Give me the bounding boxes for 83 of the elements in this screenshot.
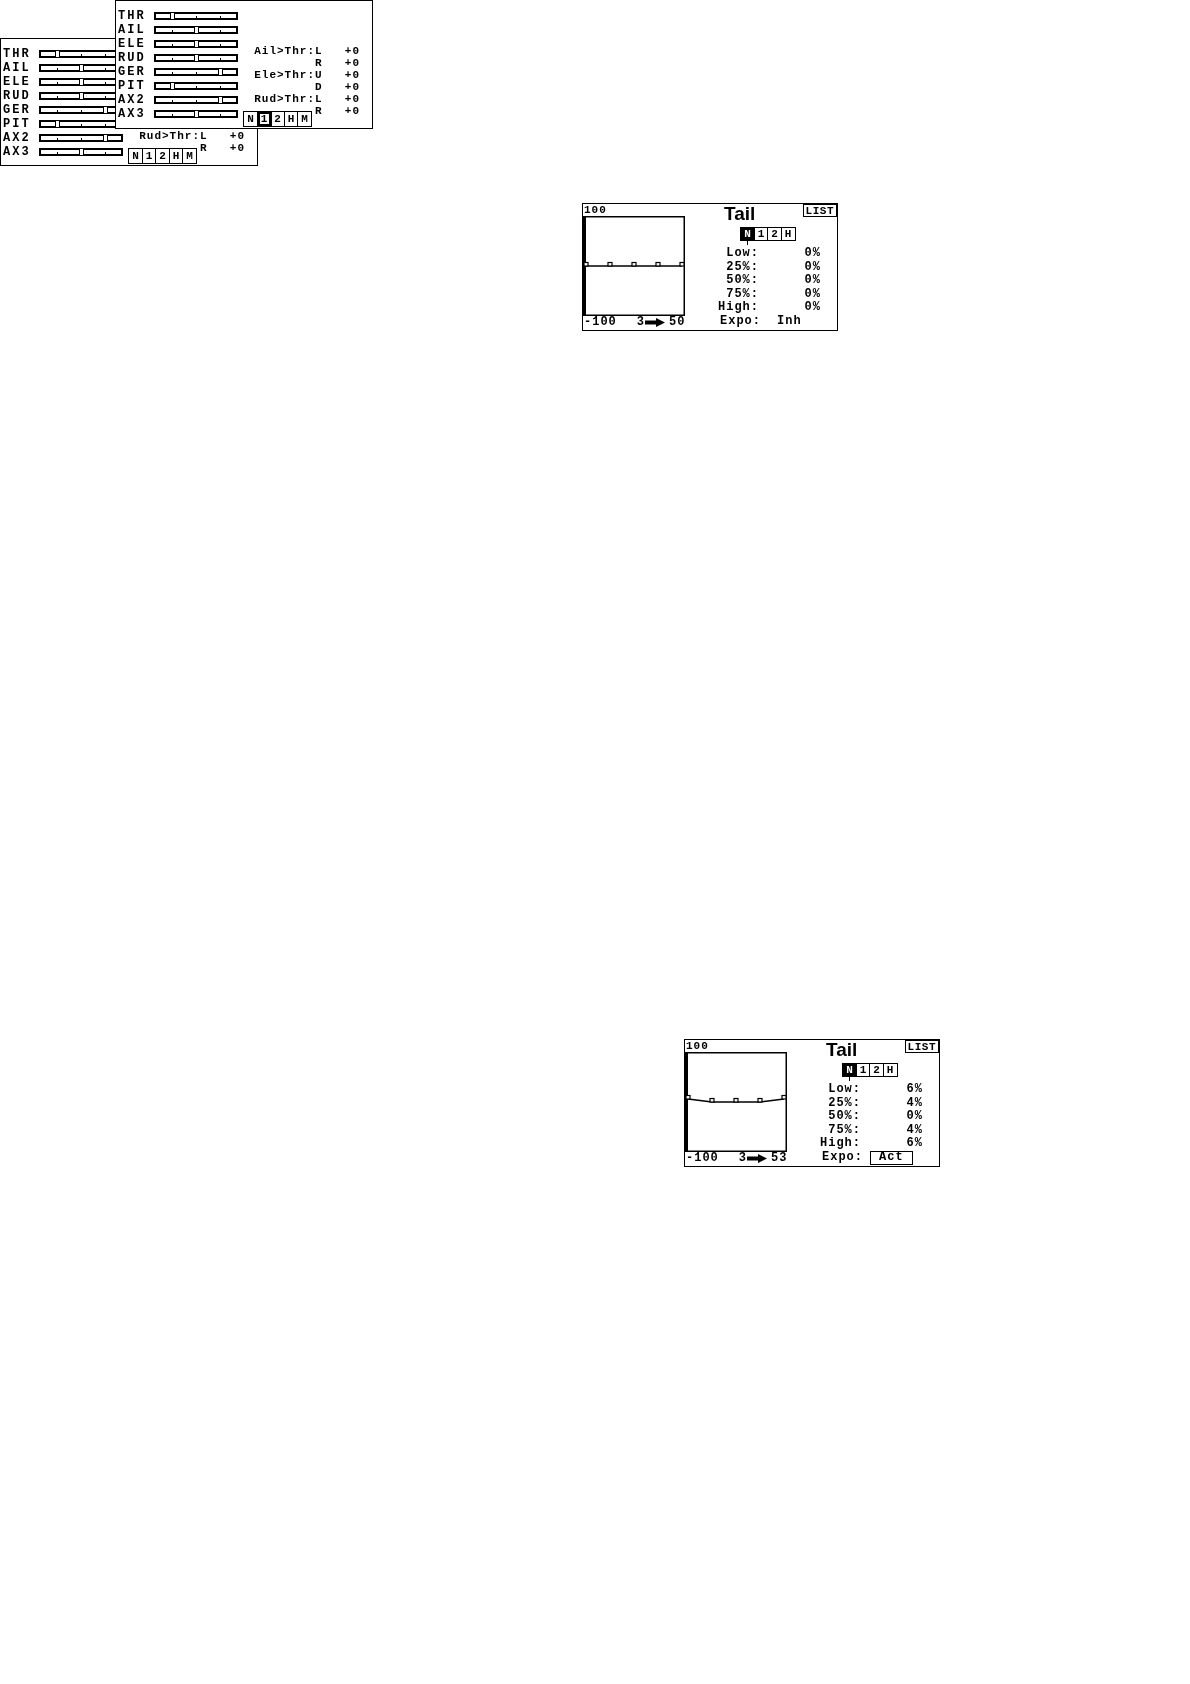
- mix-value: +0: [344, 69, 360, 81]
- channel-label: RUD: [118, 51, 146, 65]
- mix-label: Rud>Thr:: [254, 93, 315, 105]
- mix-value: +0: [344, 93, 360, 105]
- screen-title: Tail: [826, 1041, 858, 1058]
- mix-side: D: [315, 81, 323, 93]
- arrow-right-icon: [645, 318, 665, 327]
- mix-side: U: [315, 69, 323, 81]
- mix-value: +0: [229, 142, 245, 154]
- point-value[interactable]: 4%: [906, 1096, 923, 1110]
- channel-label: PIT: [118, 79, 146, 93]
- output-value-text: 50: [669, 316, 686, 329]
- arrow-right-icon: [747, 1154, 767, 1163]
- point-value[interactable]: 0%: [804, 260, 821, 274]
- channel-label: AX2: [118, 93, 146, 107]
- curve-point: [757, 1097, 763, 1103]
- mix-value: +0: [344, 81, 360, 93]
- point-value[interactable]: 4%: [906, 1123, 923, 1137]
- channel-label: AX2: [3, 131, 31, 145]
- curve-point: [733, 1097, 739, 1103]
- point-value[interactable]: 0%: [804, 247, 821, 261]
- channel-label: RUD: [3, 89, 31, 103]
- point-label: 75%:: [726, 287, 759, 301]
- list-button[interactable]: LIST: [802, 204, 837, 217]
- list-button[interactable]: LIST: [904, 1040, 939, 1053]
- point-value[interactable]: 0%: [804, 287, 821, 301]
- pointer-icon: [848, 1077, 851, 1081]
- expo-field[interactable]: Inh: [768, 314, 811, 329]
- channel-label: AIL: [3, 61, 31, 75]
- mix-side: L: [200, 130, 208, 142]
- screen-title: Tail: [724, 205, 756, 222]
- expo-label: Expo:: [720, 315, 761, 328]
- mix-value: +0: [229, 130, 245, 142]
- point-value[interactable]: 0%: [804, 301, 821, 315]
- mix-label: Ail>Thr:: [254, 45, 315, 57]
- curve-point: [607, 261, 613, 267]
- scale-label: 100: [584, 204, 607, 216]
- mix-side: L: [315, 45, 323, 57]
- point-label: Low:: [828, 1083, 861, 1097]
- point-value[interactable]: 6%: [906, 1083, 923, 1097]
- point-value[interactable]: 6%: [906, 1137, 923, 1151]
- scale-label: 100: [686, 1040, 709, 1052]
- mix-value: +0: [344, 105, 360, 117]
- mode-tab[interactable]: M: [297, 111, 312, 127]
- channel-label: PIT: [3, 117, 31, 131]
- mix-side: L: [315, 93, 323, 105]
- point-label: 50%:: [726, 274, 759, 288]
- channel-label: AIL: [118, 23, 146, 37]
- channel-label: AX3: [118, 107, 146, 121]
- point-label: Low:: [726, 247, 759, 261]
- scale-label: -100: [686, 1152, 719, 1165]
- channel-label: GER: [118, 65, 146, 79]
- channel-label: AX3: [3, 145, 31, 159]
- mode-tab[interactable]: M: [182, 148, 197, 164]
- point-label: 25%:: [828, 1096, 861, 1110]
- channel-label: ELE: [118, 37, 146, 51]
- channel-label: ELE: [3, 75, 31, 89]
- curve-point: [631, 261, 637, 267]
- input-value-text: 3: [738, 1152, 747, 1165]
- mix-value: +0: [344, 57, 360, 69]
- curve-point: [709, 1097, 715, 1103]
- mix-label: Rud>Thr:: [139, 130, 200, 142]
- channel-label: THR: [118, 9, 146, 23]
- expo-label: Expo:: [822, 1151, 863, 1164]
- output-value-text: 53: [771, 1152, 788, 1165]
- input-value-text: 3: [636, 316, 645, 329]
- point-label: 25%:: [726, 260, 759, 274]
- point-label: 50%:: [828, 1110, 861, 1124]
- curve-point: [655, 261, 661, 267]
- pointer-icon: [746, 241, 749, 245]
- point-label: High:: [820, 1137, 861, 1151]
- mix-value: +0: [344, 45, 360, 57]
- point-label: High:: [718, 301, 759, 315]
- scale-label: -100: [584, 316, 617, 329]
- point-value[interactable]: 0%: [804, 274, 821, 288]
- mix-side: R: [200, 142, 208, 154]
- channel-label: THR: [3, 47, 31, 61]
- mix-side: R: [315, 105, 323, 117]
- mix-label: Ele>Thr:: [254, 69, 315, 81]
- point-label: 75%:: [828, 1123, 861, 1137]
- point-value[interactable]: 0%: [906, 1110, 923, 1124]
- channel-label: GER: [3, 103, 31, 117]
- mix-side: R: [315, 57, 323, 69]
